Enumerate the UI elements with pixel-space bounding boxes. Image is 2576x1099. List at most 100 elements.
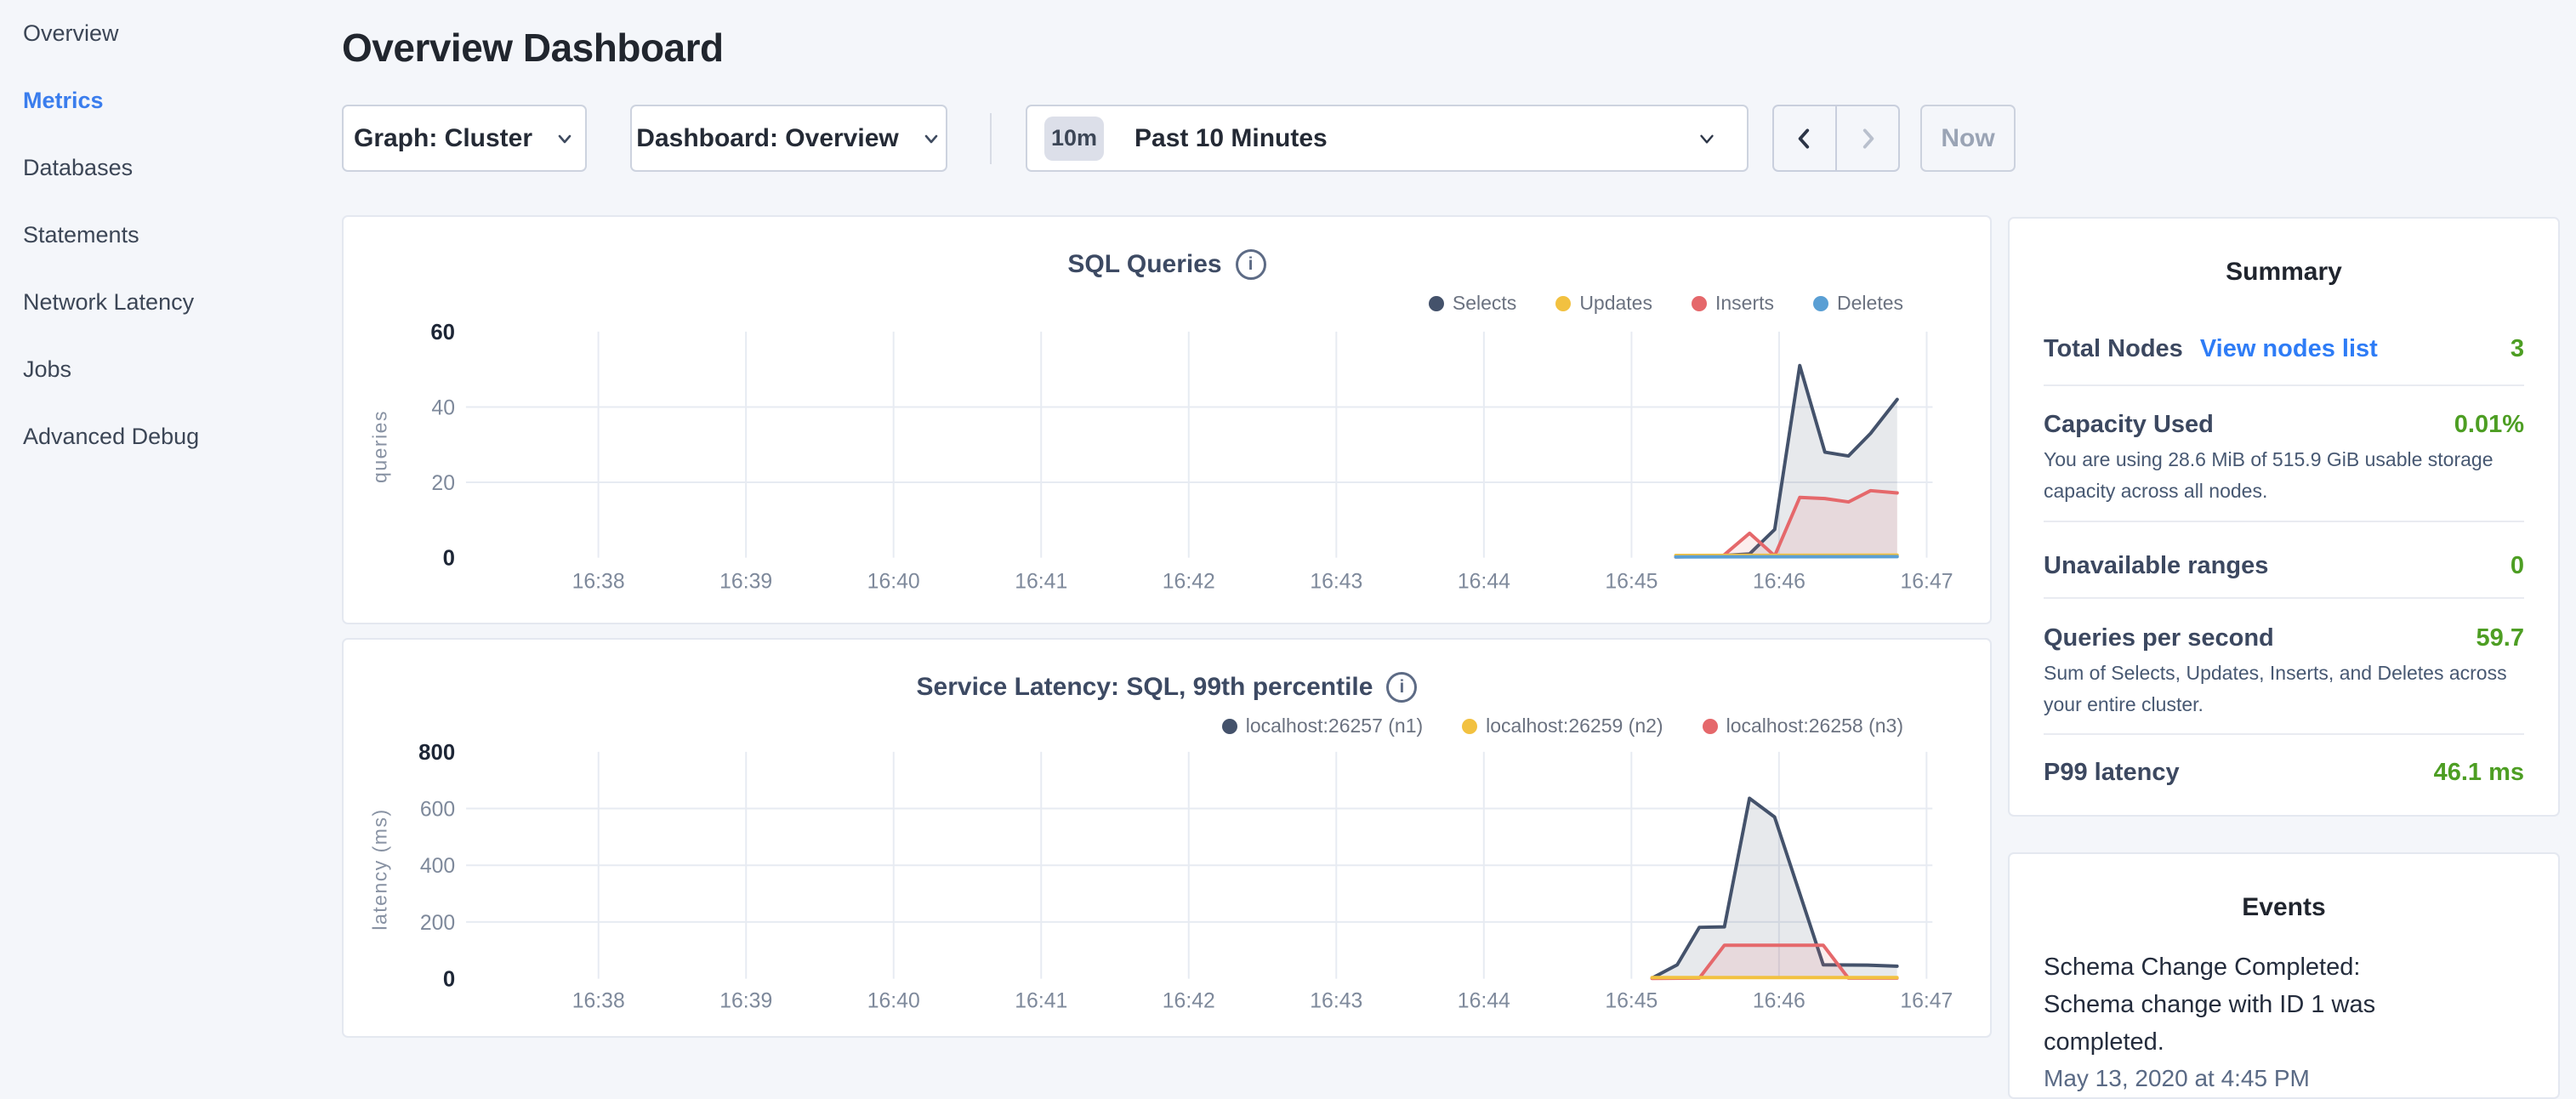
sidebar-item-network-latency[interactable]: Network Latency bbox=[23, 269, 321, 336]
page-title: Overview Dashboard bbox=[342, 28, 724, 67]
svg-text:16:40: 16:40 bbox=[867, 570, 920, 593]
legend-label: Selects bbox=[1453, 292, 1516, 315]
chevron-down-icon bbox=[554, 128, 575, 149]
svg-text:60: 60 bbox=[430, 321, 455, 345]
service-latency-chart-card: 16:38 16:39 16:40 16:41 16:42 16:43 16:44 16:45… bbox=[342, 638, 1992, 1038]
svg-text:16:39: 16:39 bbox=[719, 989, 772, 1012]
legend-dot-icon bbox=[1222, 719, 1237, 734]
time-prev-button[interactable] bbox=[1774, 106, 1835, 170]
svg-text:200: 200 bbox=[420, 912, 455, 935]
event-message: Schema Change Completed: Schema change w… bbox=[2044, 948, 2456, 1061]
chart-title-text: SQL Queries bbox=[1067, 250, 1221, 279]
svg-text:16:38: 16:38 bbox=[572, 570, 625, 593]
svg-text:16:44: 16:44 bbox=[1458, 570, 1510, 593]
qps-label: Queries per second bbox=[2044, 624, 2274, 652]
svg-text:16:47: 16:47 bbox=[1900, 570, 1953, 593]
info-icon[interactable]: i bbox=[1386, 672, 1417, 703]
svg-text:40: 40 bbox=[431, 396, 455, 419]
sidebar-item-metrics[interactable]: Metrics bbox=[23, 67, 321, 134]
chevron-down-icon bbox=[1696, 128, 1718, 150]
chart-title: Service Latency: SQL, 99th percentile i bbox=[344, 672, 1990, 703]
svg-text:16:43: 16:43 bbox=[1310, 989, 1362, 1012]
summary-row-p99-latency: P99 latency 46.1 ms bbox=[2044, 758, 2524, 787]
event-timestamp: May 13, 2020 at 4:45 PM bbox=[2044, 1065, 2524, 1092]
divider bbox=[2044, 521, 2524, 522]
legend-dot-icon bbox=[1462, 719, 1477, 734]
divider bbox=[2044, 384, 2524, 386]
capacity-used-label: Capacity Used bbox=[2044, 410, 2214, 439]
summary-row-qps: Queries per second 59.7 bbox=[2044, 624, 2524, 652]
divider bbox=[2044, 597, 2524, 599]
events-panel: Events Schema Change Completed: Schema c… bbox=[2008, 852, 2560, 1099]
legend-item[interactable]: Updates bbox=[1555, 292, 1652, 315]
legend-item[interactable]: localhost:26257 (n1) bbox=[1222, 715, 1423, 737]
sidebar-item-databases[interactable]: Databases bbox=[23, 134, 321, 202]
svg-text:800: 800 bbox=[418, 741, 455, 765]
time-range-badge: 10m bbox=[1044, 117, 1104, 161]
now-button[interactable]: Now bbox=[1920, 105, 2016, 172]
legend-label: localhost:26257 (n1) bbox=[1246, 715, 1423, 737]
svg-text:16:47: 16:47 bbox=[1900, 989, 1953, 1012]
sidebar-item-statements[interactable]: Statements bbox=[23, 202, 321, 269]
y-axis-label: latency (ms) bbox=[369, 808, 392, 930]
svg-text:400: 400 bbox=[420, 855, 455, 878]
legend-item[interactable]: localhost:26258 (n3) bbox=[1703, 715, 1903, 737]
total-nodes-label: Total Nodes bbox=[2044, 334, 2183, 363]
legend-label: localhost:26258 (n3) bbox=[1726, 715, 1903, 737]
info-icon[interactable]: i bbox=[1236, 249, 1266, 280]
legend-dot-icon bbox=[1813, 296, 1828, 311]
svg-text:16:44: 16:44 bbox=[1458, 989, 1510, 1012]
svg-text:16:42: 16:42 bbox=[1163, 989, 1215, 1012]
view-nodes-list-link[interactable]: View nodes list bbox=[2200, 334, 2378, 363]
legend-label: Inserts bbox=[1715, 292, 1774, 315]
svg-text:16:46: 16:46 bbox=[1753, 570, 1805, 593]
svg-text:16:41: 16:41 bbox=[1015, 989, 1067, 1012]
graph-dropdown-label: Graph: Cluster bbox=[354, 124, 532, 153]
divider bbox=[2044, 733, 2524, 735]
svg-text:0: 0 bbox=[443, 968, 455, 992]
legend-dot-icon bbox=[1703, 719, 1718, 734]
summary-panel: Summary Total Nodes View nodes list 3 Ca… bbox=[2008, 217, 2560, 817]
p99-latency-label: P99 latency bbox=[2044, 758, 2180, 787]
legend-item[interactable]: Deletes bbox=[1813, 292, 1903, 315]
time-range-selector[interactable]: 10m Past 10 Minutes bbox=[1026, 105, 1749, 172]
dashboard-dropdown[interactable]: Dashboard: Overview bbox=[630, 105, 947, 172]
sidebar: OverviewMetricsDatabasesStatementsNetwor… bbox=[23, 0, 321, 470]
qps-description: Sum of Selects, Updates, Inserts, and De… bbox=[2044, 658, 2524, 720]
svg-text:16:40: 16:40 bbox=[867, 989, 920, 1012]
unavailable-ranges-value: 0 bbox=[2511, 551, 2524, 580]
sidebar-item-overview[interactable]: Overview bbox=[23, 0, 321, 67]
svg-text:16:41: 16:41 bbox=[1015, 570, 1067, 593]
svg-text:16:39: 16:39 bbox=[719, 570, 772, 593]
page: { "header": { "title": "Overview Dashboa… bbox=[0, 0, 2576, 1051]
svg-text:0: 0 bbox=[443, 547, 455, 571]
capacity-description: You are using 28.6 MiB of 515.9 GiB usab… bbox=[2044, 444, 2524, 507]
legend-label: Deletes bbox=[1837, 292, 1903, 315]
y-axis-label: queries bbox=[369, 410, 392, 483]
capacity-used-value: 0.01% bbox=[2454, 410, 2524, 439]
time-nav-button-group bbox=[1772, 105, 1900, 172]
legend-item[interactable]: Selects bbox=[1429, 292, 1516, 315]
summary-row-total-nodes: Total Nodes View nodes list 3 bbox=[2044, 334, 2524, 363]
p99-latency-value: 46.1 ms bbox=[2434, 758, 2524, 787]
toolbar-divider bbox=[990, 113, 992, 164]
legend-dot-icon bbox=[1429, 296, 1444, 311]
svg-text:16:38: 16:38 bbox=[572, 989, 625, 1012]
time-next-button[interactable] bbox=[1835, 106, 1898, 170]
chevron-right-icon bbox=[1855, 126, 1880, 151]
sidebar-item-advanced-debug[interactable]: Advanced Debug bbox=[23, 403, 321, 470]
summary-title: Summary bbox=[2044, 257, 2524, 288]
legend-item[interactable]: localhost:26259 (n2) bbox=[1462, 715, 1663, 737]
legend-item[interactable]: Inserts bbox=[1692, 292, 1774, 315]
svg-text:16:42: 16:42 bbox=[1163, 570, 1215, 593]
events-list: Schema Change Completed: Schema change w… bbox=[2044, 948, 2524, 1092]
svg-text:16:45: 16:45 bbox=[1605, 989, 1658, 1012]
svg-text:16:45: 16:45 bbox=[1605, 570, 1658, 593]
sidebar-item-jobs[interactable]: Jobs bbox=[23, 336, 321, 403]
chevron-left-icon bbox=[1792, 126, 1817, 151]
svg-text:16:43: 16:43 bbox=[1310, 570, 1362, 593]
qps-value: 59.7 bbox=[2476, 624, 2524, 652]
graph-dropdown[interactable]: Graph: Cluster bbox=[342, 105, 587, 172]
unavailable-ranges-label: Unavailable ranges bbox=[2044, 551, 2268, 580]
summary-row-capacity: Capacity Used 0.01% bbox=[2044, 410, 2524, 439]
